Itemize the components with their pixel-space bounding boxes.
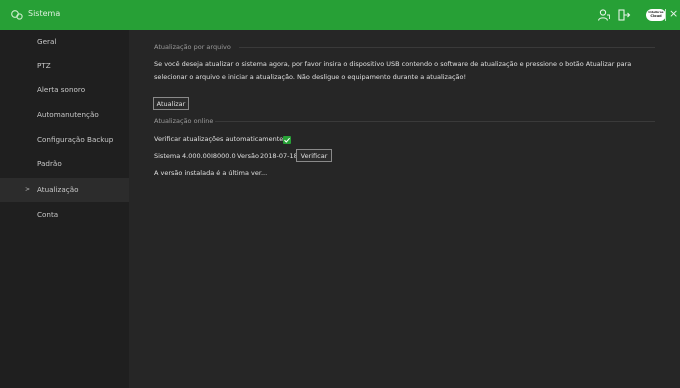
file-update-description-line1: Se você deseja atualizar o sistema agora… bbox=[154, 60, 632, 68]
logout-icon[interactable] bbox=[617, 8, 631, 22]
sidebar-item-atualizacao[interactable]: > Atualização bbox=[0, 178, 129, 202]
file-update-title: Atualização por arquivo bbox=[154, 43, 231, 51]
sidebar-item-label: Alerta sonoro bbox=[37, 85, 86, 94]
sidebar-item-label: PTZ bbox=[37, 61, 51, 70]
section-divider bbox=[239, 47, 655, 48]
sidebar-item-label: Conta bbox=[37, 210, 59, 219]
close-icon[interactable]: × bbox=[669, 8, 678, 20]
cloud-badge-text: Intelbras Cloud bbox=[648, 10, 664, 18]
window-title: Sistema bbox=[28, 9, 61, 18]
auto-check-checkbox[interactable] bbox=[283, 136, 291, 144]
sidebar-item-label: Atualização bbox=[37, 185, 79, 194]
auto-check-label: Verificar atualizações automaticamente. bbox=[154, 135, 286, 143]
sidebar-item-label: Padrão bbox=[37, 159, 62, 168]
sidebar-item-ptz[interactable]: PTZ bbox=[0, 54, 129, 78]
sidebar-item-padrao[interactable]: Padrão bbox=[0, 152, 129, 176]
sidebar-item-label: Configuração Backup bbox=[37, 135, 114, 144]
sidebar-item-label: Automanutenção bbox=[37, 110, 99, 119]
update-button[interactable]: Atualizar bbox=[153, 97, 189, 110]
online-update-title: Atualização online bbox=[154, 117, 214, 125]
section-divider bbox=[215, 121, 655, 122]
file-update-description-line2: selecionar o arquivo e iniciar a atualiz… bbox=[154, 73, 467, 81]
sidebar-item-automanutencao[interactable]: Automanutenção bbox=[0, 103, 129, 127]
sidebar-item-label: Geral bbox=[37, 37, 57, 46]
chevron-right-icon: > bbox=[25, 186, 31, 193]
system-label: Sistema bbox=[154, 152, 181, 160]
title-bar: Sistema Intelbras Cloud × bbox=[0, 0, 680, 30]
system-window: Sistema Intelbras Cloud × Geral PTZ Alert… bbox=[0, 0, 680, 388]
system-value: 4.000.00I8000.0 bbox=[182, 152, 236, 160]
sidebar-item-geral[interactable]: Geral bbox=[0, 30, 129, 54]
sidebar: Geral PTZ Alerta sonoro Automanutenção C… bbox=[0, 30, 129, 388]
titlebar-divider bbox=[665, 9, 666, 21]
sidebar-item-conta[interactable]: Conta bbox=[0, 203, 129, 227]
cloud-icon[interactable]: Intelbras Cloud bbox=[646, 9, 666, 21]
main-panel: Atualização por arquivo Se você deseja a… bbox=[129, 30, 680, 388]
checkmark-icon bbox=[284, 137, 291, 143]
user-icon[interactable] bbox=[597, 8, 611, 22]
app-logo-icon bbox=[11, 10, 23, 20]
update-status: A versão instalada é a última ver... bbox=[154, 169, 268, 177]
version-value: 2018-07-18 bbox=[260, 152, 298, 160]
version-label: Versão bbox=[237, 152, 259, 160]
sidebar-item-configuracao-backup[interactable]: Configuração Backup bbox=[0, 128, 129, 152]
sidebar-item-alerta-sonoro[interactable]: Alerta sonoro bbox=[0, 78, 129, 102]
check-button[interactable]: Verificar bbox=[296, 149, 332, 162]
